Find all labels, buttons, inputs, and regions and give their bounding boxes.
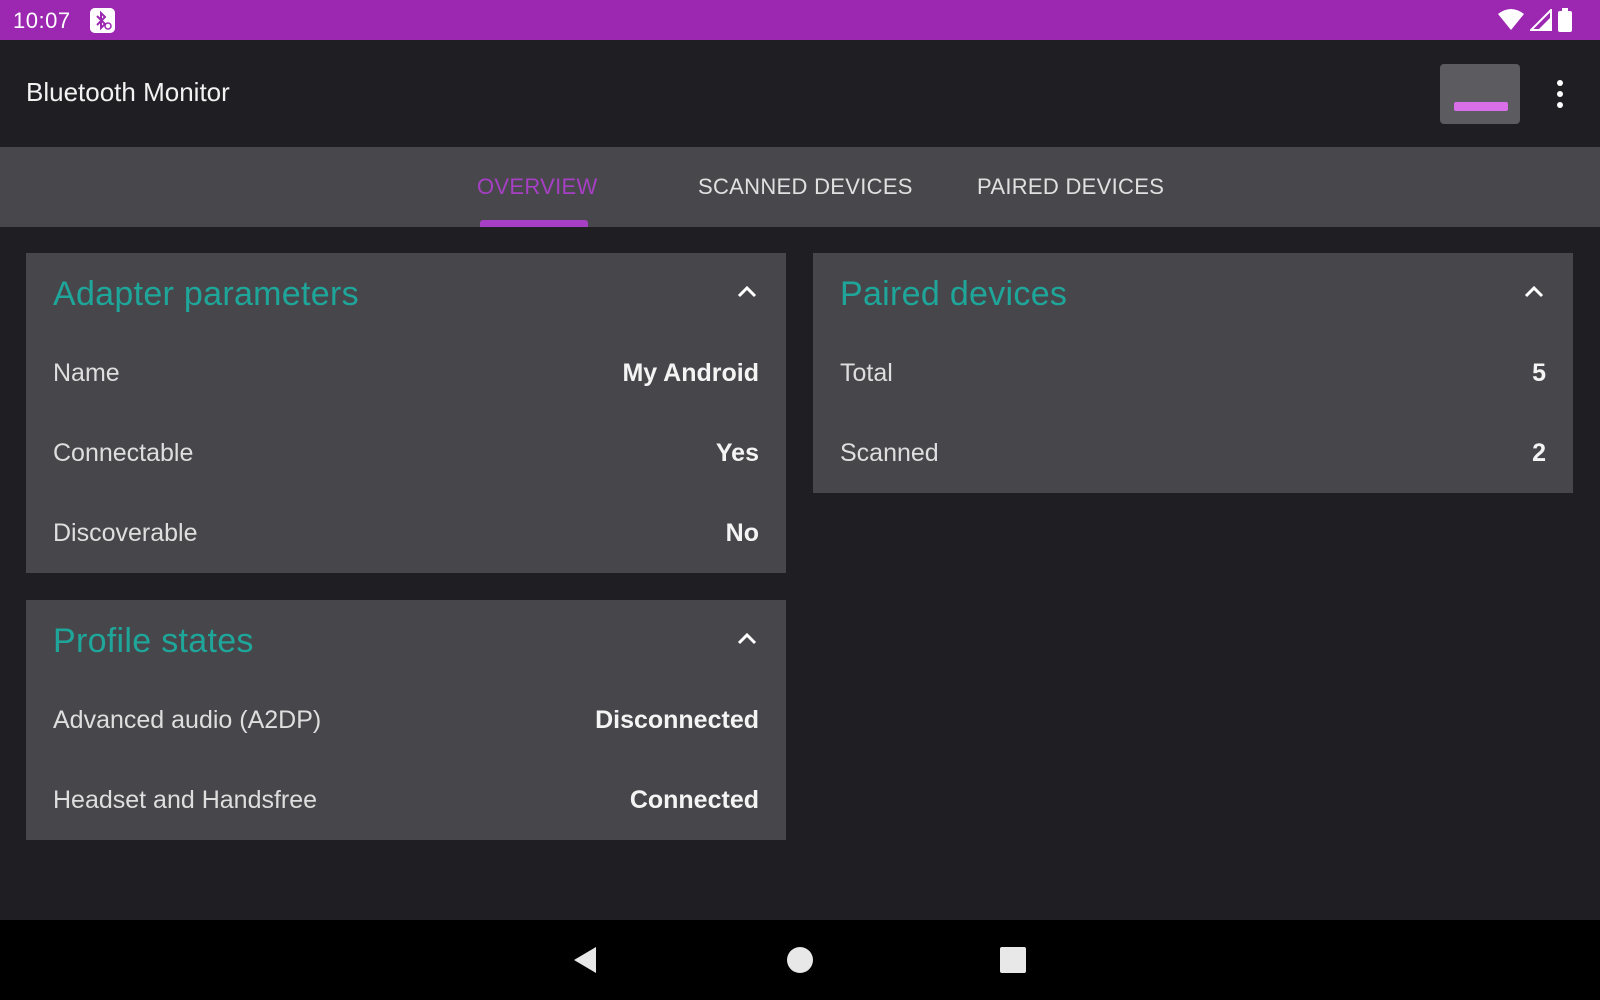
paired-scanned-row: Scanned 2 bbox=[840, 433, 1546, 473]
tab-indicator bbox=[480, 220, 588, 227]
tab-bar: OVERVIEW SCANNED DEVICES PAIRED DEVICES bbox=[0, 147, 1600, 227]
tab-overview[interactable]: OVERVIEW bbox=[477, 174, 598, 200]
card-title: Paired devices bbox=[840, 275, 1068, 313]
row-value: My Android bbox=[622, 359, 759, 387]
tab-scanned-devices[interactable]: SCANNED DEVICES bbox=[698, 174, 913, 200]
row-value: Connected bbox=[629, 786, 759, 814]
adapter-name-row: Name My Android bbox=[53, 353, 759, 393]
app-bar: Bluetooth Monitor bbox=[0, 40, 1600, 147]
paired-total-row: Total 5 bbox=[840, 353, 1546, 393]
row-label: Headset and Handsfree bbox=[53, 786, 318, 814]
row-label: Total bbox=[840, 359, 893, 387]
app-title: Bluetooth Monitor bbox=[26, 77, 230, 107]
status-icons bbox=[1498, 8, 1572, 32]
action-indicator bbox=[1454, 102, 1508, 111]
recents-icon[interactable] bbox=[997, 944, 1029, 976]
wifi-icon bbox=[1498, 9, 1524, 30]
row-label: Scanned bbox=[840, 439, 939, 467]
bluetooth-monitor-icon bbox=[90, 8, 115, 33]
battery-icon bbox=[1558, 8, 1572, 32]
row-value: No bbox=[725, 519, 759, 547]
signal-icon bbox=[1530, 9, 1552, 31]
chevron-up-icon[interactable] bbox=[736, 283, 758, 299]
row-label: Discoverable bbox=[53, 519, 198, 547]
back-icon[interactable] bbox=[570, 944, 602, 976]
profile-a2dp-row: Advanced audio (A2DP) Disconnected bbox=[53, 700, 759, 740]
more-vert-icon[interactable] bbox=[1548, 76, 1572, 112]
row-value: 2 bbox=[1532, 439, 1546, 467]
row-label: Advanced audio (A2DP) bbox=[53, 706, 322, 734]
profile-headset-row: Headset and Handsfree Connected bbox=[53, 780, 759, 820]
chevron-up-icon[interactable] bbox=[736, 630, 758, 646]
card-title: Adapter parameters bbox=[53, 275, 359, 313]
card-title: Profile states bbox=[53, 622, 254, 660]
navigation-bar bbox=[0, 920, 1600, 1000]
status-time: 10:07 bbox=[13, 8, 71, 33]
row-value: 5 bbox=[1532, 359, 1546, 387]
row-value: Disconnected bbox=[595, 706, 759, 734]
status-bar: 10:07 bbox=[0, 0, 1600, 40]
adapter-parameters-card: Adapter parameters Name My Android Conne… bbox=[26, 253, 786, 573]
row-label: Connectable bbox=[53, 439, 194, 467]
chevron-up-icon[interactable] bbox=[1523, 283, 1545, 299]
adapter-connectable-row: Connectable Yes bbox=[53, 433, 759, 473]
adapter-discoverable-row: Discoverable No bbox=[53, 513, 759, 553]
row-value: Yes bbox=[715, 439, 759, 467]
profile-states-card: Profile states Advanced audio (A2DP) Dis… bbox=[26, 600, 786, 840]
home-icon[interactable] bbox=[784, 944, 816, 976]
paired-devices-card: Paired devices Total 5 Scanned 2 bbox=[813, 253, 1573, 493]
tab-paired-devices[interactable]: PAIRED DEVICES bbox=[977, 174, 1164, 200]
toolbar-action-button[interactable] bbox=[1440, 64, 1520, 124]
row-label: Name bbox=[53, 359, 120, 387]
